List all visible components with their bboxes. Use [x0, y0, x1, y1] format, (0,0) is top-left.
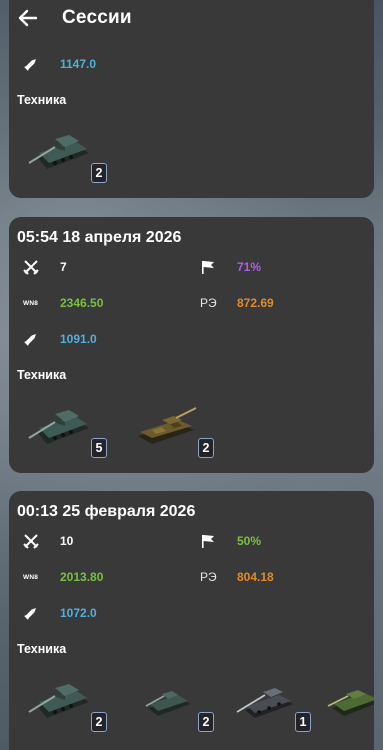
wn8-label: WN8 [23, 299, 39, 307]
winrate-stat: 50% [200, 533, 261, 549]
vehicle-count-badge: 1 [295, 712, 311, 732]
winrate-stat: 71% [200, 259, 261, 275]
vehicle-count-badge: 2 [91, 712, 107, 732]
arrow-left-icon [18, 9, 38, 27]
battles-value: 10 [60, 534, 74, 548]
avg-damage-value: 1072.0 [60, 606, 97, 620]
camo-tank-icon [138, 407, 197, 444]
battles-stat: 10 [23, 533, 73, 549]
wn8-stat: WN8 2013.80 [23, 569, 103, 585]
vehicle-item[interactable]: 2 [132, 672, 214, 732]
vehicles-label: Техника [17, 642, 67, 656]
heavy-tank-icon [28, 684, 89, 718]
session-date: 05:54 18 апреля 2026 [17, 229, 182, 246]
wn8-value: 2013.80 [60, 570, 104, 584]
session-card[interactable]: 00:13 25 февраля 2026 10 50% WN8 2013.80… [9, 491, 374, 750]
avg-damage-stat: 1147.0 [23, 56, 96, 72]
shell-icon [23, 331, 45, 347]
sessions-list[interactable]: 1147.0 Техника 2 05:54 18 апреля 2026 7 [0, 0, 383, 750]
vehicle-item[interactable]: 5 [25, 398, 107, 458]
vehicle-count-badge: 2 [198, 438, 214, 458]
vehicle-count-badge: 2 [198, 712, 214, 732]
shell-icon [23, 605, 45, 621]
back-button[interactable] [8, 0, 48, 36]
vehicle-count-badge: 2 [91, 163, 107, 183]
wn8-label: WN8 [23, 573, 39, 581]
avg-damage-stat: 1091.0 [23, 331, 97, 347]
re-label: РЭ [200, 570, 217, 584]
app-bar: Сессии [0, 0, 383, 36]
crossed-swords-icon [23, 533, 45, 549]
vehicle-item[interactable]: 2 [25, 672, 107, 732]
medium-tank-icon [145, 691, 190, 716]
re-value: 804.18 [237, 570, 274, 584]
session-date: 00:13 25 февраля 2026 [17, 503, 196, 520]
winrate-value: 71% [237, 260, 262, 274]
re-stat: РЭ 872.69 [200, 295, 274, 311]
winrate-value: 50% [237, 534, 262, 548]
light-tank-icon [236, 688, 293, 718]
green-tank-icon [327, 690, 374, 716]
wn8-value: 2346.50 [60, 296, 104, 310]
heavy-tank-icon [28, 410, 89, 444]
avg-damage-stat: 1072.0 [23, 605, 97, 621]
vehicles-label: Техника [17, 93, 67, 107]
battles-value: 7 [60, 260, 67, 274]
vehicle-item[interactable]: 2 [25, 123, 107, 183]
re-stat: РЭ 804.18 [200, 569, 274, 585]
flag-icon [200, 259, 222, 275]
vehicle-item[interactable]: 1 [229, 672, 311, 732]
re-label: РЭ [200, 296, 217, 310]
crossed-swords-icon [23, 259, 45, 275]
shell-icon [23, 56, 45, 72]
page-title: Сессии [62, 7, 132, 28]
avg-damage-value: 1091.0 [60, 332, 97, 346]
heavy-tank-icon [28, 135, 89, 169]
vehicle-count-badge: 5 [91, 438, 107, 458]
session-card[interactable]: 05:54 18 апреля 2026 7 71% WN8 2346.50 Р… [9, 217, 374, 473]
re-value: 872.69 [237, 296, 274, 310]
vehicles-label: Техника [17, 368, 67, 382]
vehicle-item[interactable]: 2 [132, 398, 214, 458]
wn8-stat: WN8 2346.50 [23, 295, 103, 311]
battles-stat: 7 [23, 259, 67, 275]
avg-damage-value: 1147.0 [60, 57, 97, 71]
vehicle-item[interactable] [326, 672, 374, 732]
flag-icon [200, 533, 222, 549]
